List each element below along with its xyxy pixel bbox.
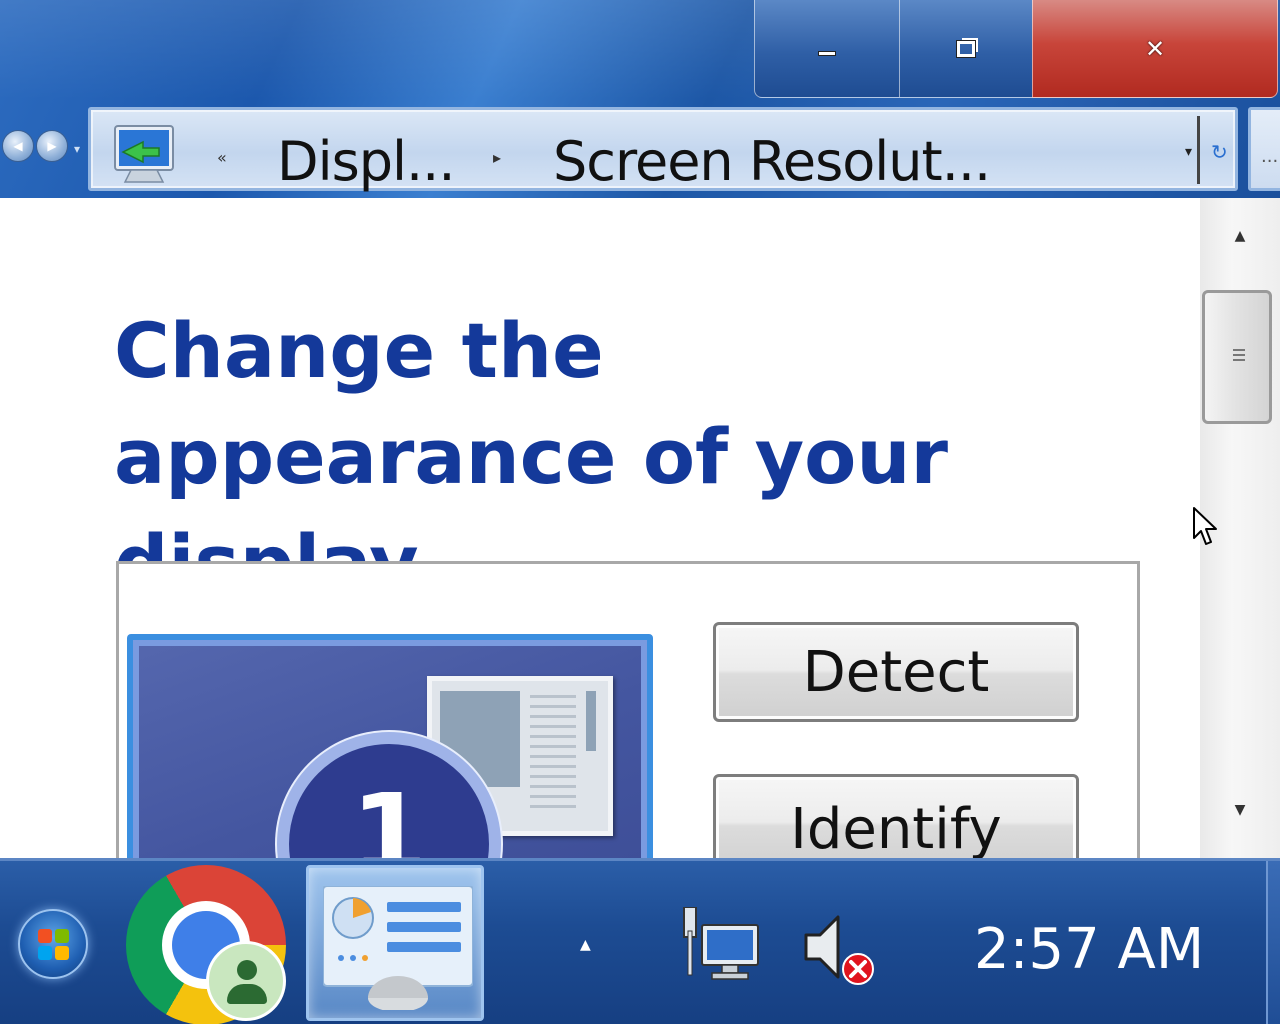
grip-icon bbox=[1233, 349, 1245, 364]
scroll-thumb[interactable] bbox=[1202, 290, 1272, 424]
detect-button[interactable]: Detect bbox=[713, 622, 1079, 722]
windows-logo-icon bbox=[38, 929, 70, 961]
minimize-button[interactable] bbox=[754, 0, 900, 98]
identify-button[interactable]: Identify bbox=[713, 774, 1079, 858]
content-pane: Change the appearance of your display 1 … bbox=[0, 198, 1200, 858]
network-icon[interactable] bbox=[680, 907, 764, 983]
display-control-panel-icon bbox=[114, 125, 174, 183]
breadcrumb-separator-icon[interactable]: ▸ bbox=[493, 148, 501, 167]
close-icon: ✕ bbox=[1144, 34, 1166, 63]
taskbar: ▲ 2:57 AM bbox=[0, 858, 1280, 1024]
search-box[interactable]: ... bbox=[1248, 107, 1280, 191]
back-button[interactable]: ◀ bbox=[2, 130, 34, 162]
system-clock[interactable]: 2:57 AM bbox=[974, 917, 1204, 982]
navigation-buttons: ◀ ▶ bbox=[2, 130, 68, 162]
start-button[interactable] bbox=[18, 909, 88, 979]
close-button[interactable]: ✕ bbox=[1032, 0, 1278, 98]
breadcrumb-display[interactable]: Displ... bbox=[277, 130, 455, 193]
breadcrumb-screen-resolution[interactable]: Screen Resolut... bbox=[553, 130, 991, 193]
display-arrangement-panel: 1 Detect Identify bbox=[116, 561, 1140, 858]
back-arrow-icon: ◀ bbox=[13, 139, 23, 153]
taskbar-control-panel[interactable] bbox=[306, 865, 484, 1021]
refresh-icon[interactable]: ↻ bbox=[1211, 140, 1228, 164]
forward-arrow-icon: ▶ bbox=[47, 139, 57, 153]
recent-pages-dropdown[interactable]: ▾ bbox=[74, 142, 80, 156]
show-desktop-button[interactable] bbox=[1266, 861, 1280, 1024]
minimize-icon bbox=[818, 51, 836, 56]
restore-icon bbox=[956, 39, 976, 58]
monitor-number: 1 bbox=[350, 770, 428, 858]
volume-muted-icon[interactable] bbox=[800, 911, 884, 987]
address-divider bbox=[1197, 116, 1200, 184]
control-panel-icon bbox=[323, 886, 473, 1010]
search-placeholder: ... bbox=[1261, 146, 1279, 167]
profile-avatar-icon bbox=[206, 941, 286, 1021]
taskbar-chrome[interactable] bbox=[118, 861, 298, 1024]
restore-button[interactable] bbox=[899, 0, 1033, 98]
mouse-pointer-icon bbox=[1193, 507, 1217, 545]
address-bar[interactable]: « Displ... ▸ Screen Resolut... ▾ ↻ bbox=[88, 107, 1238, 193]
scroll-down-icon[interactable]: ▼ bbox=[1200, 802, 1280, 818]
show-hidden-icons-button[interactable]: ▲ bbox=[580, 937, 591, 953]
scroll-up-icon[interactable]: ▲ bbox=[1200, 228, 1280, 244]
address-history-dropdown[interactable]: ▾ bbox=[1185, 144, 1192, 160]
monitor-1-preview[interactable]: 1 bbox=[127, 634, 653, 858]
breadcrumb-overflow[interactable]: « bbox=[217, 148, 227, 167]
forward-button[interactable]: ▶ bbox=[36, 130, 68, 162]
